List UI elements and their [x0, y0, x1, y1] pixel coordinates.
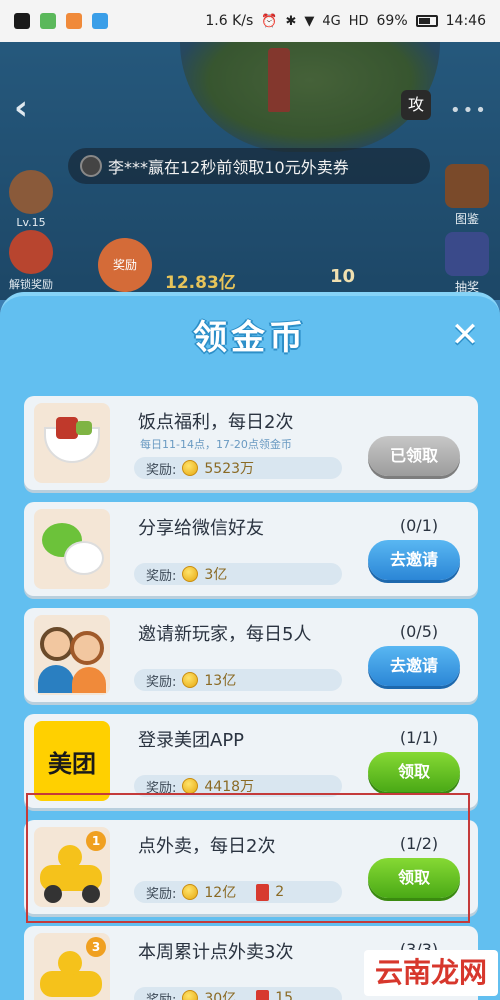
- reward-value: 5523万: [204, 461, 255, 477]
- red-packet-icon: [256, 989, 270, 1000]
- reward-value: 4418万: [204, 779, 255, 795]
- task-subtitle: 每日11-14点，17-20点领金币: [140, 438, 292, 451]
- earn-coins-modal: 领金币 ✕ 饭点福利，每日2次 每日11-14点，17-20点领金币 奖励: 5…: [0, 292, 500, 1000]
- battery-percent: 69%: [376, 13, 408, 29]
- coin-icon: [182, 778, 199, 794]
- rice-bowl-icon: [34, 403, 110, 483]
- notification-icons: [14, 13, 108, 29]
- reward-bar: 奖励: 12亿 2: [134, 881, 342, 903]
- red-packet-value: 2: [275, 884, 285, 900]
- back-arrow-icon[interactable]: ‹: [14, 88, 28, 128]
- order-count-badge: 1: [86, 831, 106, 851]
- modal-title: 领金币: [193, 318, 307, 358]
- invite-button[interactable]: 去邀请: [368, 540, 460, 580]
- level-icon: [9, 170, 53, 214]
- players-icon: [34, 615, 110, 695]
- task-title: 分享给微信好友: [138, 518, 264, 539]
- reward-value: 30亿: [204, 991, 237, 1000]
- task-item: 饭点福利，每日2次 每日11-14点，17-20点领金币 奖励: 5523万 已…: [24, 396, 478, 490]
- coin-icon: [182, 884, 199, 900]
- reward-value: 3亿: [204, 567, 228, 583]
- app-icon: [40, 13, 56, 29]
- bluetooth-icon: ✱: [285, 13, 297, 29]
- task-progress: (0/1): [399, 516, 439, 535]
- qq-icon: [14, 13, 30, 29]
- wechat-icon: [34, 509, 110, 589]
- reward-label: 奖励:: [146, 886, 177, 902]
- reward-bar: 奖励: 30亿 15: [134, 987, 342, 1000]
- status-bar: 1.6 K/s ⏰ ✱ ▼ 4G HD 69% 14:46: [0, 0, 500, 42]
- red-packet-value: 15: [275, 990, 294, 1000]
- hd-label: HD: [348, 13, 369, 29]
- collection-button[interactable]: 图鉴: [440, 164, 494, 227]
- game-scene: ‹ 攻 ••• 李***赢在12秒前领取10元外卖券 Lv.15 解锁奖励 图鉴…: [0, 42, 500, 300]
- app-icon: [66, 13, 82, 29]
- delivery-scooter-icon: 1: [34, 827, 110, 907]
- order-count-badge: 3: [86, 937, 106, 957]
- reward-value: 13亿: [204, 673, 237, 689]
- task-list: 饭点福利，每日2次 每日11-14点，17-20点领金币 奖励: 5523万 已…: [24, 396, 478, 1000]
- gift-total: 10: [330, 266, 356, 287]
- task-item: 美团 登录美团APP (1/1) 奖励: 4418万 领取: [24, 714, 478, 808]
- wifi-icon: ▼: [304, 13, 315, 29]
- clock: 14:46: [445, 13, 486, 29]
- winner-notice: 李***赢在12秒前领取10元外卖券: [68, 148, 430, 184]
- network-speed: 1.6 K/s: [205, 13, 254, 29]
- task-item: 1 点外卖，每日2次 (1/2) 奖励: 12亿 2 领取: [24, 820, 478, 914]
- level-label: Lv.15: [16, 216, 46, 229]
- reward-bar: 奖励: 3亿: [134, 563, 342, 585]
- reward-label: 奖励:: [146, 992, 177, 1000]
- task-progress: (1/2): [399, 834, 439, 853]
- collection-label: 图鉴: [454, 212, 479, 226]
- task-title: 点外卖，每日2次: [138, 836, 276, 857]
- notice-text: 李***赢在12秒前领取10元外卖券: [108, 158, 349, 177]
- invite-button[interactable]: 去邀请: [368, 646, 460, 686]
- meituan-logo-text: 美团: [48, 749, 96, 778]
- task-title: 本周累计点外卖3次: [138, 942, 294, 963]
- reward-bar: 奖励: 13亿: [134, 669, 342, 691]
- reward-label: 奖励:: [146, 780, 177, 796]
- coin-icon: [182, 672, 199, 688]
- reward-value: 12亿: [204, 885, 237, 901]
- reward-label: 奖励:: [146, 568, 177, 584]
- level-button[interactable]: Lv.15: [6, 170, 56, 229]
- coin-icon: [182, 990, 199, 1000]
- meituan-icon: 美团: [34, 721, 110, 801]
- battery-icon: [415, 15, 438, 27]
- coin-icon: [182, 566, 199, 582]
- delivery-scooter-icon: 3: [34, 933, 110, 1000]
- reward-label: 奖励:: [146, 462, 177, 478]
- attack-button[interactable]: 攻: [401, 90, 431, 120]
- unlock-reward-icon: [9, 230, 53, 274]
- coin-total: 12.83亿: [165, 273, 236, 293]
- task-progress: (1/1): [399, 728, 439, 747]
- unlock-reward-button[interactable]: 解锁奖励: [6, 230, 56, 292]
- signal-label: 4G: [322, 13, 341, 29]
- unlock-reward-label: 解锁奖励: [9, 278, 53, 291]
- reward-bubble[interactable]: 奖励: [98, 238, 152, 292]
- task-title: 邀请新玩家，每日5人: [138, 624, 312, 645]
- claim-button[interactable]: 领取: [368, 858, 460, 898]
- task-title: 登录美团APP: [138, 730, 245, 751]
- coin-icon: [182, 460, 199, 476]
- task-item: 邀请新玩家，每日5人 (0/5) 奖励: 13亿 去邀请: [24, 608, 478, 702]
- lottery-button[interactable]: 抽奖: [440, 232, 494, 295]
- task-item: 分享给微信好友 (0/1) 奖励: 3亿 去邀请: [24, 502, 478, 596]
- claimed-button[interactable]: 已领取: [368, 436, 460, 476]
- collection-icon: [445, 164, 489, 208]
- avatar: [80, 155, 102, 177]
- task-title: 饭点福利，每日2次: [138, 412, 294, 433]
- reward-bar: 奖励: 4418万: [134, 775, 342, 797]
- close-icon[interactable]: ✕: [448, 318, 482, 352]
- lottery-icon: [445, 232, 489, 276]
- task-progress: (0/5): [399, 622, 439, 641]
- more-icon[interactable]: •••: [450, 100, 488, 121]
- telegram-icon: [92, 13, 108, 29]
- red-packet-icon: [256, 883, 270, 901]
- alarm-icon: ⏰: [261, 13, 278, 29]
- claim-button[interactable]: 领取: [368, 752, 460, 792]
- reward-label: 奖励:: [146, 674, 177, 690]
- reward-bar: 奖励: 5523万: [134, 457, 342, 479]
- watermark: 云南龙网: [364, 950, 498, 996]
